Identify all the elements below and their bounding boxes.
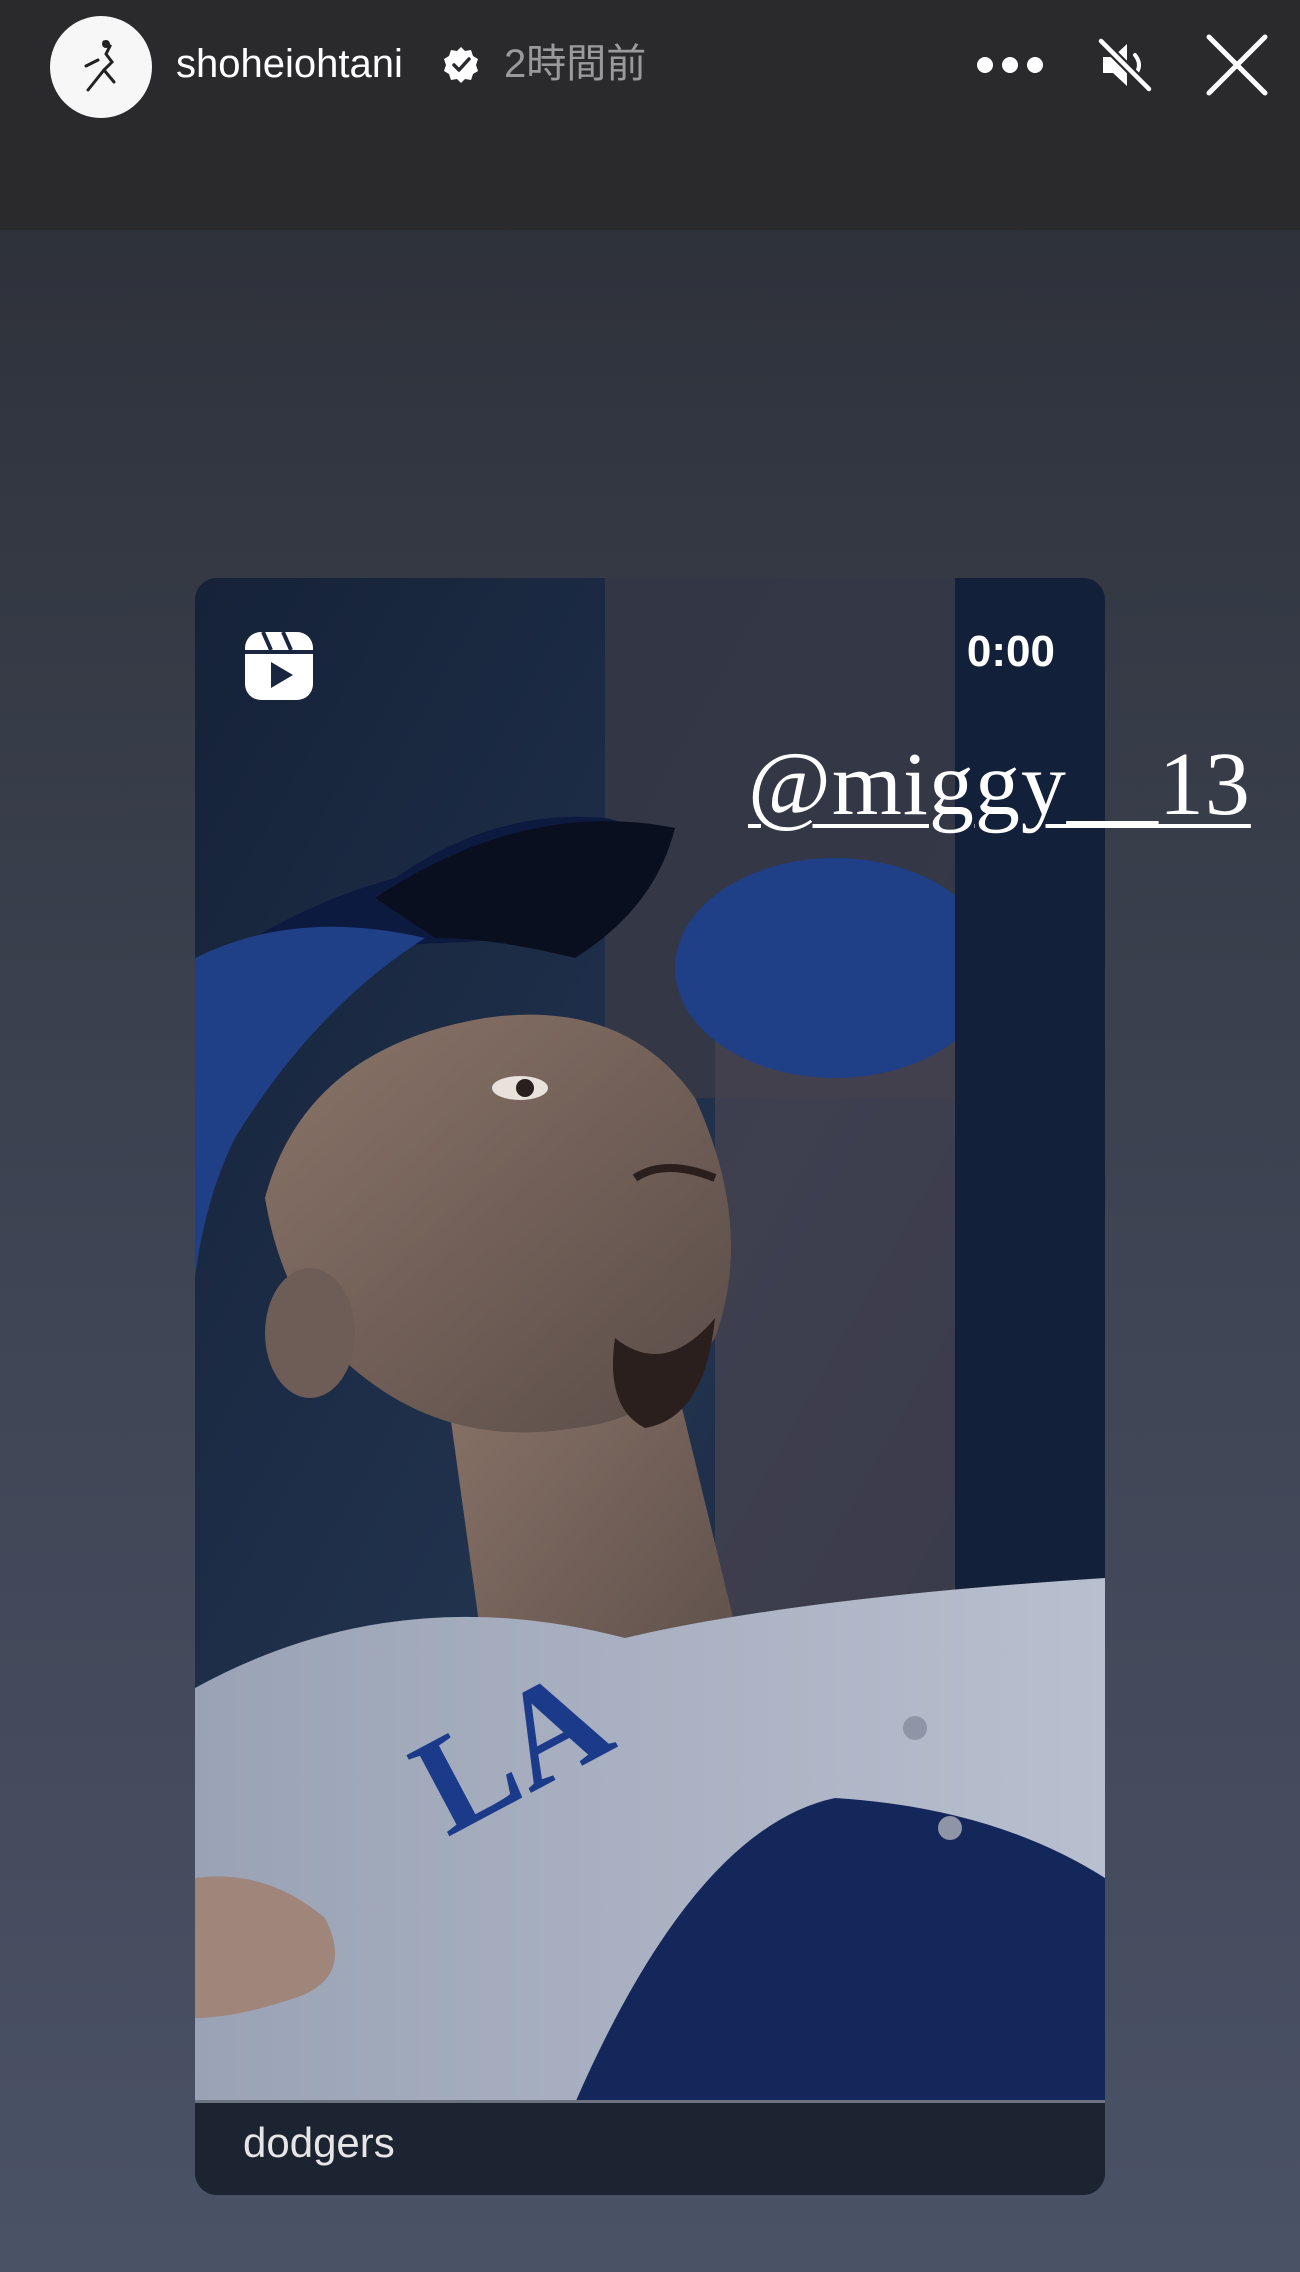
post-timestamp: 2時間前 (504, 42, 647, 86)
reels-icon (245, 631, 313, 700)
story-header: shoheiohtani 2時間前 (0, 0, 1300, 230)
reel-caption-bar: dodgers (195, 2100, 1105, 2195)
verified-badge-icon (444, 47, 478, 83)
close-button[interactable] (1200, 28, 1274, 102)
username[interactable]: shoheiohtani (176, 38, 403, 90)
reel-source-label[interactable]: dodgers (243, 2117, 395, 2169)
video-duration: 0:00 (966, 627, 1055, 676)
avatar-illustration-icon (84, 40, 116, 92)
muted-speaker-icon (1096, 36, 1154, 94)
more-options-icon (977, 57, 1043, 73)
more-options-button[interactable] (970, 36, 1050, 94)
mention-sticker[interactable]: @miggy__13 (748, 735, 1251, 835)
mute-toggle-button[interactable] (1090, 30, 1160, 100)
profile-avatar[interactable] (50, 16, 152, 118)
close-icon (1206, 34, 1268, 96)
